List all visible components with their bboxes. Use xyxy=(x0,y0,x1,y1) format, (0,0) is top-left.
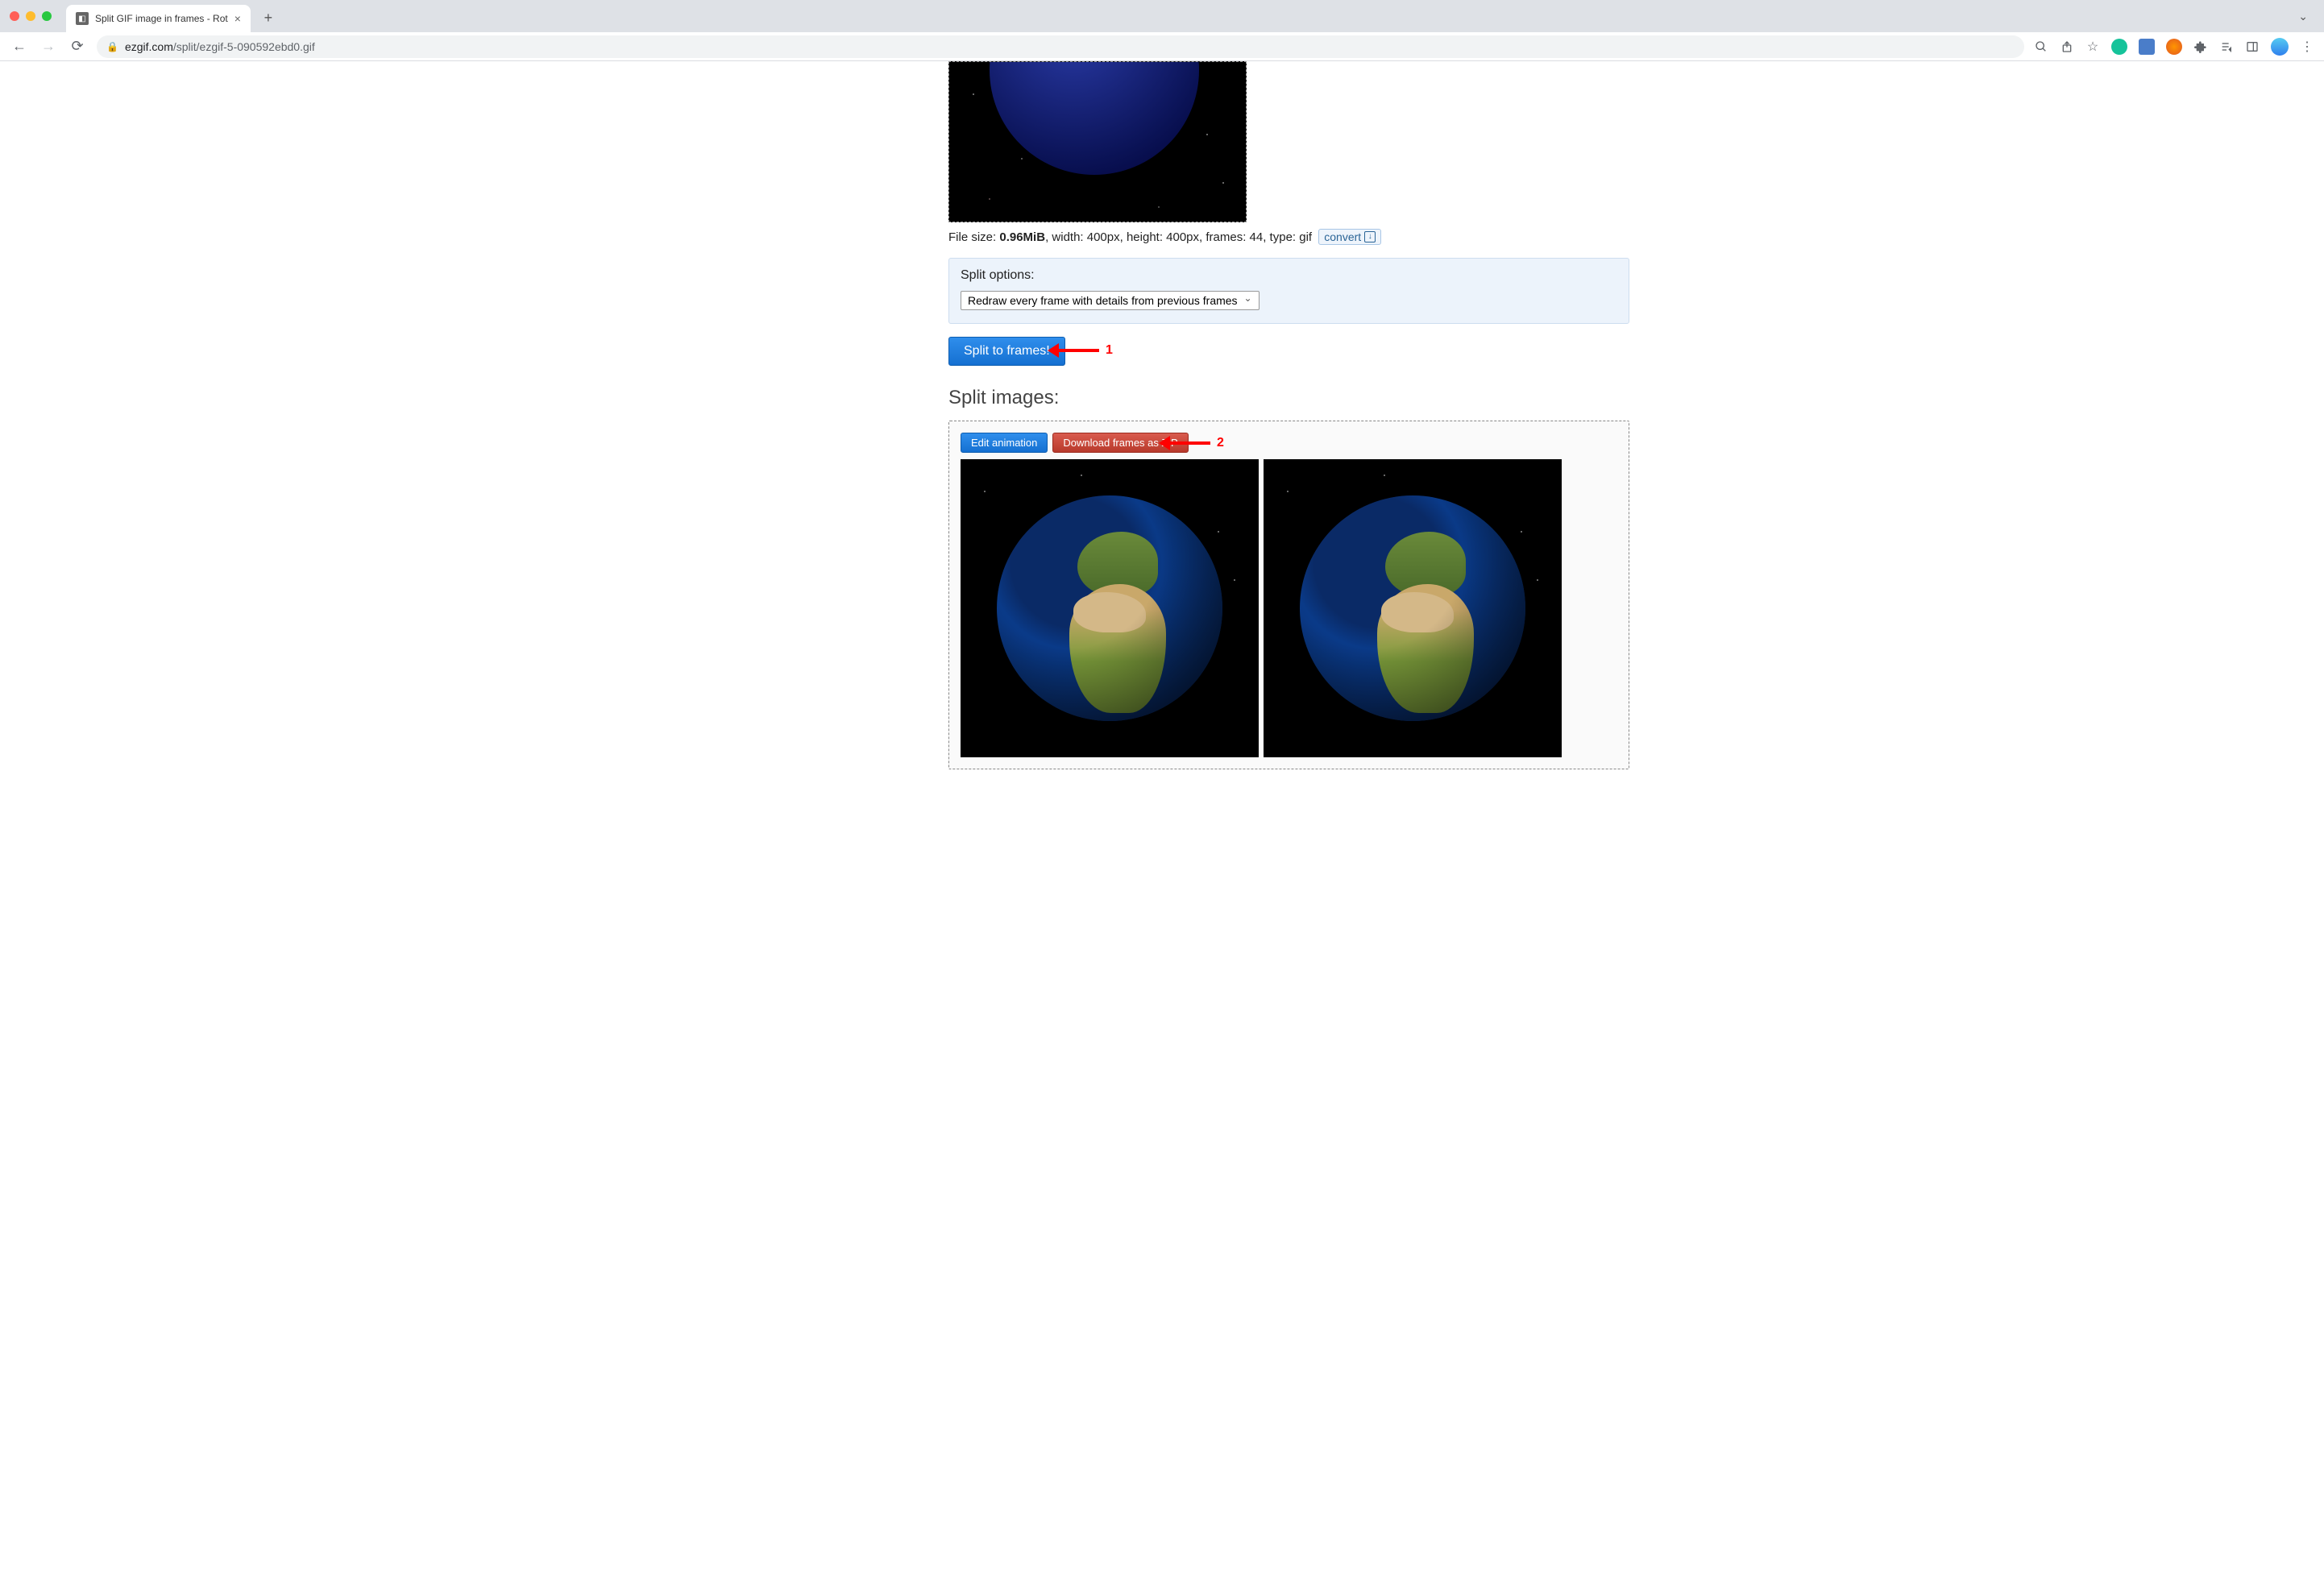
file-dimensions: , width: 400px, height: 400px, frames: 4… xyxy=(1045,230,1312,244)
maximize-window-button[interactable] xyxy=(42,11,52,21)
page-content: File size: 0.96MiB, width: 400px, height… xyxy=(0,61,2324,786)
back-button[interactable]: ← xyxy=(10,37,29,56)
split-images-heading: Split images: xyxy=(948,387,1629,409)
sidepanel-icon[interactable] xyxy=(2245,39,2260,54)
forward-button[interactable]: → xyxy=(39,37,58,56)
convert-label: convert xyxy=(1324,230,1361,243)
select-value: Redraw every frame with details from pre… xyxy=(968,294,1238,307)
browser-address-bar: ← → ⟳ 🔒 ezgif.com/split/ezgif-5-090592eb… xyxy=(0,32,2324,61)
extension-grammarly-icon[interactable] xyxy=(2111,39,2127,55)
window-controls xyxy=(10,11,52,21)
extensions-puzzle-icon[interactable] xyxy=(2193,39,2208,54)
edit-animation-label: Edit animation xyxy=(971,437,1037,449)
annotation-number-2: 2 xyxy=(1217,436,1224,450)
url-text: ezgif.com/split/ezgif-5-090592ebd0.gif xyxy=(125,40,315,53)
reading-list-icon[interactable] xyxy=(2219,39,2234,54)
extension-orange-icon[interactable] xyxy=(2166,39,2182,55)
kebab-menu-icon[interactable]: ⋮ xyxy=(2300,39,2314,54)
file-size-label: File size: xyxy=(948,230,999,244)
browser-toolbar-icons: ☆ ⋮ xyxy=(2034,38,2314,56)
search-icon[interactable] xyxy=(2034,39,2048,54)
frames-panel: Edit animation Download frames as ZIP 2 xyxy=(948,421,1629,769)
split-options-select[interactable]: Redraw every frame with details from pre… xyxy=(961,291,1260,310)
browser-tab[interactable]: ◧ Split GIF image in frames - Rot × xyxy=(66,5,251,32)
annotation-number-1: 1 xyxy=(1106,343,1113,358)
minimize-window-button[interactable] xyxy=(26,11,35,21)
lock-icon: 🔒 xyxy=(106,41,118,52)
tab-list-chevron-icon[interactable]: ⌄ xyxy=(2292,6,2314,27)
annotation-arrow-1: 1 xyxy=(1057,343,1113,358)
split-button-label: Split to frames! xyxy=(964,344,1050,358)
close-tab-icon[interactable]: × xyxy=(234,12,241,25)
url-input[interactable]: 🔒 ezgif.com/split/ezgif-5-090592ebd0.gif xyxy=(97,35,2024,58)
frame-grid xyxy=(961,459,1617,757)
edit-animation-button[interactable]: Edit animation xyxy=(961,433,1048,453)
split-options-panel: Split options: Redraw every frame with d… xyxy=(948,258,1629,324)
browser-tab-strip: ◧ Split GIF image in frames - Rot × + ⌄ xyxy=(0,0,2324,32)
file-info: File size: 0.96MiB, width: 400px, height… xyxy=(948,229,1629,245)
tab-favicon: ◧ xyxy=(76,12,89,25)
download-icon: ↓ xyxy=(1364,231,1376,242)
profile-avatar[interactable] xyxy=(2271,38,2289,56)
frame-thumbnail[interactable] xyxy=(961,459,1259,757)
close-window-button[interactable] xyxy=(10,11,19,21)
reload-button[interactable]: ⟳ xyxy=(68,37,87,56)
extension-blue-icon[interactable] xyxy=(2139,39,2155,55)
bookmark-star-icon[interactable]: ☆ xyxy=(2085,39,2100,54)
new-tab-button[interactable]: + xyxy=(257,6,280,29)
frame-thumbnail[interactable] xyxy=(1264,459,1562,757)
share-icon[interactable] xyxy=(2060,39,2074,54)
annotation-arrow-2: 2 xyxy=(1168,436,1224,450)
tab-title: Split GIF image in frames - Rot xyxy=(95,13,228,24)
split-options-heading: Split options: xyxy=(961,268,1617,283)
gif-preview xyxy=(948,61,1247,222)
file-size-value: 0.96MiB xyxy=(999,230,1045,244)
convert-button[interactable]: convert ↓ xyxy=(1318,229,1381,245)
